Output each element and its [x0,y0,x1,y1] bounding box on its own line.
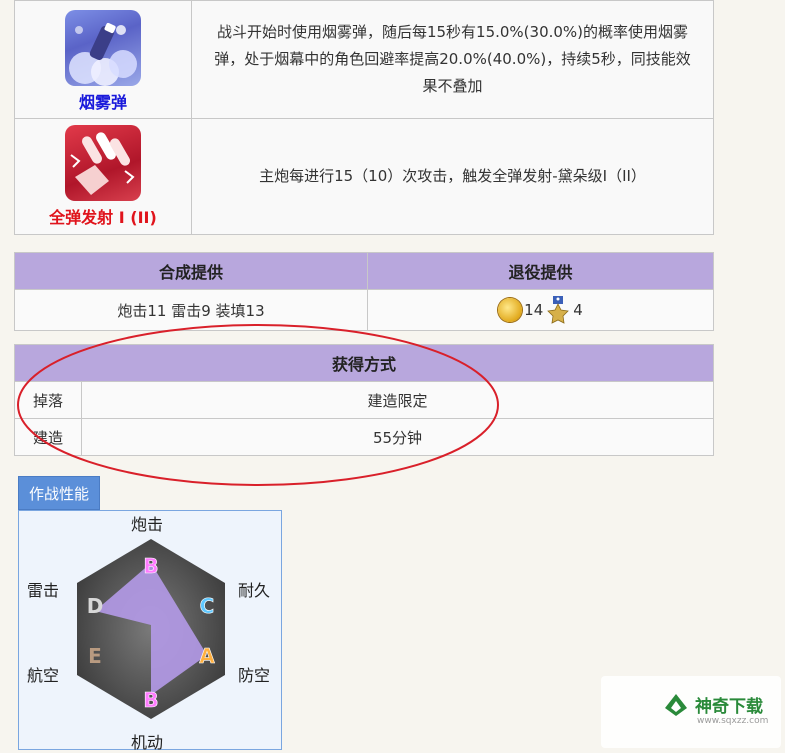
radar-chart-panel: 炮击 耐久 防空 机动 航空 雷击 B C A B E D [18,510,282,752]
skill-row: 全弹发射 I (II) 主炮每进行15（10）次攻击，触发全弹发射-黛朵级I（I… [14,118,714,235]
skill-row: 烟雾弹 战斗开始时使用烟雾弹，随后每15秒有15.0%(30.0%)的概率使用烟… [14,0,714,119]
grade-torpedo: D [87,594,104,618]
grade-antiair: A [199,644,215,668]
watermark-url: www.sqxzz.com [697,716,769,726]
tab-combat-stats[interactable]: 作战性能 [18,476,100,510]
retire-header: 退役提供 [367,252,714,290]
skill-icon-cell: 全弹发射 I (II) [14,118,192,235]
coin-icon [498,298,523,322]
medal-icon [547,296,570,324]
skill-description: 战斗开始时使用烟雾弹，随后每15秒有15.0%(30.0%)的概率使用烟雾弹，处… [191,0,714,119]
skill-description: 主炮每进行15（10）次攻击，触发全弹发射-黛朵级I（II） [191,118,714,235]
medal-count: 4 [573,301,583,319]
grade-firepower: B [143,554,158,578]
coin-count: 14 [524,301,544,319]
grade-aviation: E [88,644,102,668]
smoke-bomb-icon [65,10,141,86]
full-barrage-icon [65,125,141,201]
skills-table: 烟雾弹 战斗开始时使用烟雾弹，随后每15秒有15.0%(30.0%)的概率使用烟… [14,0,714,235]
skill-icon-cell: 烟雾弹 [14,0,192,119]
brand-logo-icon [665,694,687,716]
synthesis-header: 合成提供 [14,252,368,290]
highlight-ellipse [17,324,499,486]
radar-chart: B C A B E D [77,539,225,719]
skill-name: 全弹发射 I (II) [49,208,157,227]
watermark-brand: 神奇下载 [695,697,763,717]
grade-evasion: B [143,688,158,712]
watermark: 神奇下载 www.sqxzz.com [601,676,781,748]
skill-name: 烟雾弹 [78,93,127,112]
grade-durability: C [200,594,215,618]
